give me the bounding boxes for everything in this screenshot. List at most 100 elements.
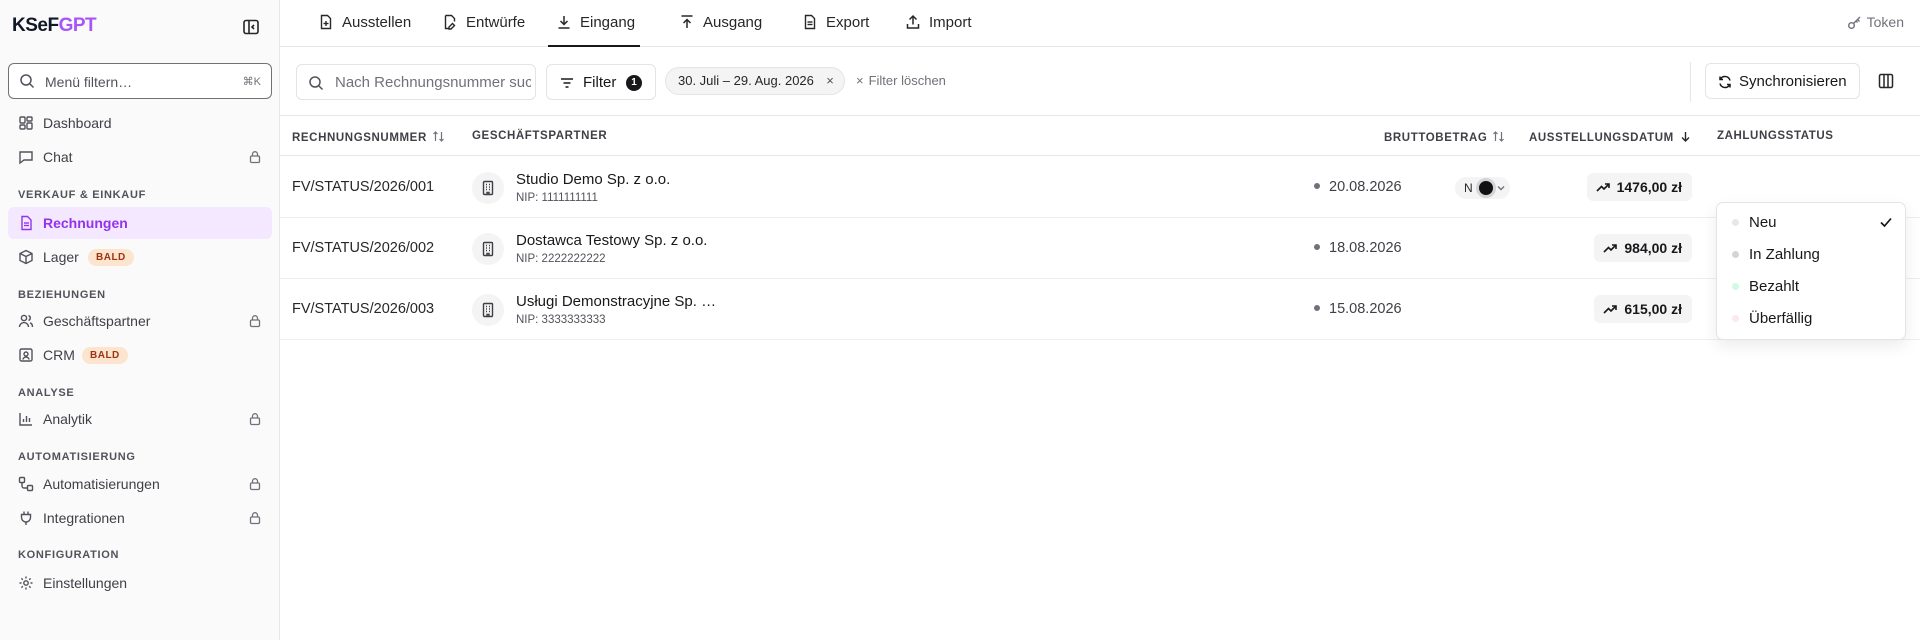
sidebar-item-label: CRM	[43, 347, 75, 363]
date-range-chip[interactable]: 30. Juli – 29. Aug. 2026 ×	[665, 67, 845, 95]
sidebar-item-label: Chat	[43, 149, 73, 165]
nav-section-relations: BEZIEHUNGEN	[18, 289, 106, 301]
column-header-status: ZAHLUNGSSTATUS	[1717, 130, 1834, 142]
upload-icon	[679, 14, 695, 30]
file-edit-icon	[442, 14, 458, 30]
status-dot	[1732, 251, 1739, 258]
trend-up-icon	[1603, 241, 1618, 255]
sidebar-item-stock[interactable]: Lager BALD	[8, 241, 272, 273]
columns-icon[interactable]	[1877, 72, 1895, 90]
top-tabs: Ausstellen Entwürfe Eingang Ausgang Expo…	[280, 0, 1920, 47]
sort-desc-icon[interactable]	[1679, 130, 1692, 143]
lock-icon	[248, 477, 262, 491]
close-icon: ×	[856, 73, 864, 88]
status-option-new[interactable]: Neu	[1721, 207, 1901, 237]
table-header: RECHNUNGSNUMMER GESCHÄFTSPARTNER BRUTTOB…	[280, 116, 1920, 156]
filter-button[interactable]: Filter 1	[546, 64, 656, 100]
soon-badge: BALD	[88, 249, 134, 266]
trend-up-icon	[1603, 302, 1618, 316]
lock-icon	[248, 314, 262, 328]
partner-nip: NIP: 2222222222	[516, 253, 606, 265]
invoice-search-input[interactable]	[335, 65, 531, 99]
sidebar-item-integrations[interactable]: Integrationen	[8, 502, 272, 534]
column-header-number[interactable]: RECHNUNGSNUMMER	[292, 130, 445, 144]
tab-label: Import	[929, 14, 972, 31]
refresh-icon	[1717, 74, 1733, 90]
sort-icon[interactable]	[1492, 130, 1505, 143]
tab-export[interactable]: Export	[794, 0, 879, 47]
sidebar-item-analytics[interactable]: Analytik	[8, 403, 272, 435]
tab-label: Ausgang	[703, 14, 763, 31]
sidebar-item-automations[interactable]: Automatisierungen	[8, 468, 272, 500]
tab-drafts[interactable]: Entwürfe	[434, 0, 534, 47]
issue-date: 20.08.2026	[1314, 179, 1402, 195]
lock-icon	[248, 412, 262, 426]
sidebar-item-crm[interactable]: CRM BALD	[8, 339, 272, 371]
bar-chart-icon	[18, 411, 34, 427]
nav-section-sales: VERKAUF & EINKAUF	[18, 189, 147, 201]
sidebar-item-label: Rechnungen	[43, 215, 128, 231]
table-row[interactable]: FV/STATUS/2026/002 Dostawca Testowy Sp. …	[280, 218, 1920, 279]
table-row[interactable]: FV/STATUS/2026/001 Studio Demo Sp. z o.o…	[280, 157, 1920, 218]
status-select[interactable]: N	[1455, 177, 1510, 199]
lock-icon	[248, 150, 262, 164]
column-header-gross[interactable]: BRUTTOBETRAG	[1384, 130, 1505, 144]
sidebar-item-chat[interactable]: Chat	[8, 141, 272, 173]
sync-button[interactable]: Synchronisieren	[1705, 63, 1860, 99]
column-header-date[interactable]: AUSSTELLUNGSDATUM	[1529, 130, 1692, 144]
sidebar-collapse-icon[interactable]	[242, 18, 260, 36]
nav-section-analysis: ANALYSE	[18, 387, 75, 399]
remove-chip-icon[interactable]: ×	[826, 68, 834, 94]
invoice-search[interactable]	[296, 64, 536, 100]
status-option-in-payment[interactable]: In Zahlung	[1721, 239, 1901, 269]
sidebar-item-dashboard[interactable]: Dashboard	[8, 107, 272, 139]
partner-name: Usługi Demonstracyjne Sp. …	[516, 293, 717, 310]
trend-up-icon	[1596, 180, 1610, 194]
partner-nip: NIP: 3333333333	[516, 314, 606, 326]
brand-logo[interactable]: KSeFGPT	[12, 15, 97, 37]
table-row[interactable]: FV/STATUS/2026/003 Usługi Demonstracyjne…	[280, 279, 1920, 340]
tab-label: Eingang	[580, 14, 636, 31]
sort-icon[interactable]	[432, 130, 445, 143]
invoice-number[interactable]: FV/STATUS/2026/002	[292, 240, 434, 256]
file-text-icon	[802, 14, 818, 30]
dashboard-icon	[18, 115, 34, 131]
menu-filter-shortcut: ⌘K	[242, 76, 261, 88]
menu-filter-input[interactable]: Menü filtern… ⌘K	[8, 63, 272, 99]
invoice-number[interactable]: FV/STATUS/2026/001	[292, 179, 434, 195]
download-icon	[556, 14, 572, 30]
status-option-overdue[interactable]: Überfällig	[1721, 303, 1901, 333]
tab-outbox[interactable]: Ausgang	[671, 0, 771, 47]
file-plus-icon	[318, 14, 334, 30]
invoice-number[interactable]: FV/STATUS/2026/003	[292, 301, 434, 317]
workflow-icon	[18, 476, 34, 492]
tab-import[interactable]: Import	[897, 0, 982, 47]
sidebar-item-label: Automatisierungen	[43, 476, 160, 492]
sidebar: KSeFGPT Menü filtern… ⌘K Dashboard Chat …	[0, 0, 280, 640]
toolbar-divider	[1690, 62, 1691, 102]
sidebar-item-settings[interactable]: Einstellungen	[8, 567, 272, 599]
tab-inbox[interactable]: Eingang	[548, 0, 640, 47]
filter-icon	[559, 75, 575, 91]
invoice-icon	[18, 215, 34, 231]
lock-icon	[248, 511, 262, 525]
building-icon	[472, 233, 504, 265]
sidebar-item-invoices[interactable]: Rechnungen	[8, 207, 272, 239]
gross-amount: 1476,00 zł	[1586, 173, 1692, 201]
search-icon	[19, 73, 35, 89]
status-option-paid[interactable]: Bezahlt	[1721, 271, 1901, 301]
sidebar-item-label: Geschäftspartner	[43, 313, 151, 329]
tab-issue[interactable]: Ausstellen	[310, 0, 420, 47]
filter-label: Filter	[583, 74, 617, 91]
gross-amount: 984,00 zł	[1594, 234, 1692, 262]
date-range-label: 30. Juli – 29. Aug. 2026	[678, 73, 814, 88]
sidebar-item-label: Dashboard	[43, 115, 112, 131]
clear-filter-button[interactable]: × Filter löschen	[856, 73, 946, 88]
sidebar-item-label: Analytik	[43, 411, 93, 427]
token-button[interactable]: Token	[1847, 14, 1904, 30]
toolbar: Filter 1 30. Juli – 29. Aug. 2026 × × Fil…	[280, 48, 1920, 116]
menu-filter-placeholder: Menü filtern…	[45, 74, 133, 90]
plug-icon	[18, 510, 34, 526]
sidebar-item-partners[interactable]: Geschäftspartner	[8, 305, 272, 337]
search-icon	[308, 75, 324, 91]
